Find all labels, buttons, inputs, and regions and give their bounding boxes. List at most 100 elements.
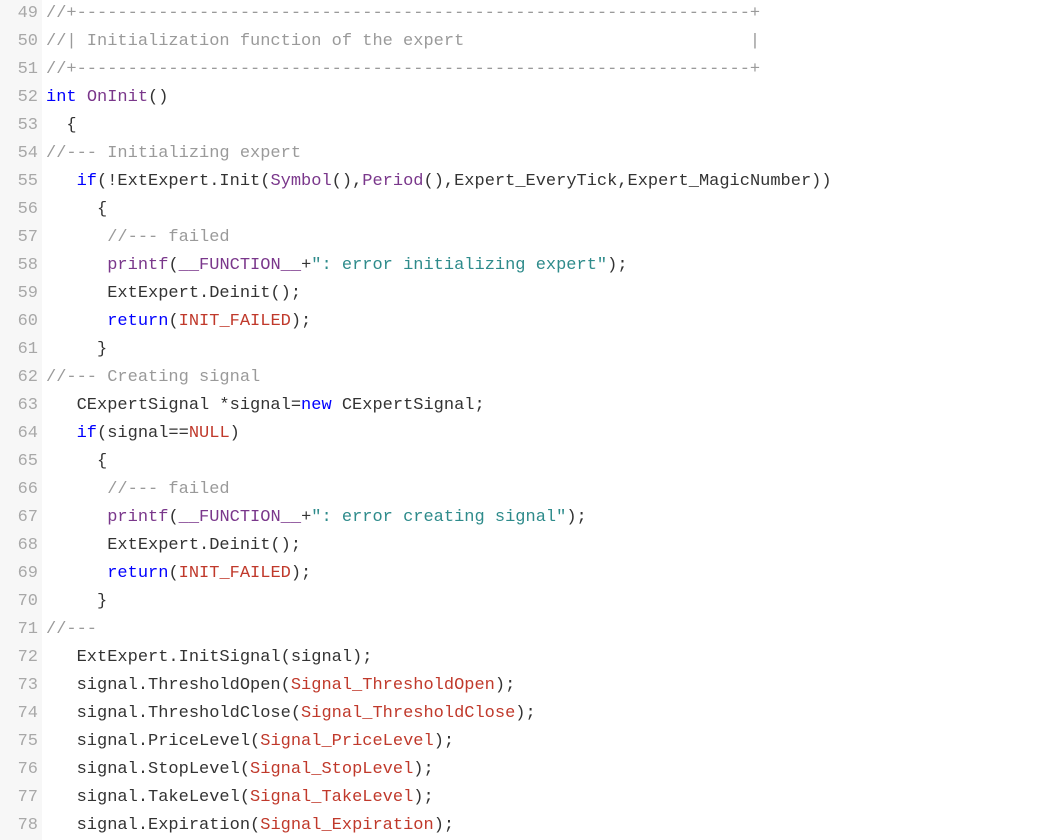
code-content[interactable]: return(INIT_FAILED); [42,308,1053,336]
code-content[interactable]: } [42,336,1053,364]
token-null: NULL [189,424,230,443]
code-content[interactable]: { [42,196,1053,224]
code-line[interactable]: 57 //--- failed [0,224,1053,252]
code-content[interactable]: ExtExpert.Deinit(); [42,280,1053,308]
token-keyword: new [301,396,332,415]
code-content[interactable]: //--- [42,616,1053,644]
line-number: 72 [0,644,42,672]
code-content[interactable]: //+-------------------------------------… [42,0,1053,28]
line-number: 50 [0,28,42,56]
code-content[interactable]: } [42,588,1053,616]
code-content[interactable]: if(signal==NULL) [42,420,1053,448]
token-comment: //+-------------------------------------… [46,4,760,23]
line-number: 57 [0,224,42,252]
token-punct: ( [168,564,178,583]
token-punct: ( [168,256,178,275]
code-content[interactable]: signal.TakeLevel(Signal_TakeLevel); [42,784,1053,812]
line-number: 66 [0,476,42,504]
code-line[interactable]: 66 //--- failed [0,476,1053,504]
code-content[interactable]: int OnInit() [42,84,1053,112]
code-editor[interactable]: 49//+-----------------------------------… [0,0,1053,840]
code-line[interactable]: 63 CExpertSignal *signal=new CExpertSign… [0,392,1053,420]
code-line[interactable]: 65 { [0,448,1053,476]
code-line[interactable]: 77 signal.TakeLevel(Signal_TakeLevel); [0,784,1053,812]
token-const: INIT_FAILED [179,564,291,583]
code-line[interactable]: 58 printf(__FUNCTION__+": error initiali… [0,252,1053,280]
line-number: 60 [0,308,42,336]
token-comment: //--- failed [107,480,229,499]
token-punct: ( [168,508,178,527]
code-line[interactable]: 64 if(signal==NULL) [0,420,1053,448]
token-punct: ); [434,816,454,835]
token-name: signal.Expiration( [46,816,260,835]
code-content[interactable]: //--- Initializing expert [42,140,1053,168]
token-const: INIT_FAILED [179,312,291,331]
token-punct: + [301,256,311,275]
code-line[interactable]: 69 return(INIT_FAILED); [0,560,1053,588]
token-string: ": error creating signal" [311,508,566,527]
token-punct: ); [413,760,433,779]
token-name [46,564,107,583]
code-line[interactable]: 72 ExtExpert.InitSignal(signal); [0,644,1053,672]
token-name [46,480,107,499]
code-line[interactable]: 73 signal.ThresholdOpen(Signal_Threshold… [0,672,1053,700]
token-punct: ); [607,256,627,275]
line-number: 73 [0,672,42,700]
token-name [46,228,107,247]
line-number: 74 [0,700,42,728]
code-line[interactable]: 68 ExtExpert.Deinit(); [0,532,1053,560]
code-content[interactable]: //--- failed [42,476,1053,504]
code-content[interactable]: ExtExpert.InitSignal(signal); [42,644,1053,672]
code-line[interactable]: 53 { [0,112,1053,140]
line-number: 65 [0,448,42,476]
code-content[interactable]: if(!ExtExpert.Init(Symbol(),Period(),Exp… [42,168,1053,196]
line-number: 71 [0,616,42,644]
code-content[interactable]: signal.ThresholdOpen(Signal_ThresholdOpe… [42,672,1053,700]
code-line[interactable]: 59 ExtExpert.Deinit(); [0,280,1053,308]
token-const: Signal_StopLevel [250,760,413,779]
code-content[interactable]: printf(__FUNCTION__+": error creating si… [42,504,1053,532]
token-punct: ); [291,564,311,583]
code-content[interactable]: //--- failed [42,224,1053,252]
code-line[interactable]: 62//--- Creating signal [0,364,1053,392]
code-content[interactable]: CExpertSignal *signal=new CExpertSignal; [42,392,1053,420]
code-line[interactable]: 51//+-----------------------------------… [0,56,1053,84]
code-line[interactable]: 78 signal.Expiration(Signal_Expiration); [0,812,1053,840]
code-content[interactable]: signal.ThresholdClose(Signal_ThresholdCl… [42,700,1053,728]
code-content[interactable]: signal.PriceLevel(Signal_PriceLevel); [42,728,1053,756]
code-content[interactable]: ExtExpert.Deinit(); [42,532,1053,560]
line-number: 78 [0,812,42,840]
code-content[interactable]: signal.StopLevel(Signal_StopLevel); [42,756,1053,784]
code-line[interactable]: 67 printf(__FUNCTION__+": error creating… [0,504,1053,532]
token-keyword: return [107,564,168,583]
line-number: 69 [0,560,42,588]
token-name [46,256,107,275]
token-name: CExpertSignal; [332,396,485,415]
code-line[interactable]: 71//--- [0,616,1053,644]
code-content[interactable]: { [42,112,1053,140]
code-content[interactable]: return(INIT_FAILED); [42,560,1053,588]
code-line[interactable]: 74 signal.ThresholdClose(Signal_Threshol… [0,700,1053,728]
token-name: ExtExpert.Deinit(); [46,284,301,303]
code-content[interactable]: //--- Creating signal [42,364,1053,392]
code-content[interactable]: { [42,448,1053,476]
code-content[interactable]: printf(__FUNCTION__+": error initializin… [42,252,1053,280]
code-line[interactable]: 50//| Initialization function of the exp… [0,28,1053,56]
token-punct: (!ExtExpert.Init( [97,172,270,191]
code-content[interactable]: //| Initialization function of the exper… [42,28,1053,56]
token-punct: (),Expert_EveryTick,Expert_MagicNumber)) [424,172,832,191]
code-line[interactable]: 70 } [0,588,1053,616]
code-line[interactable]: 55 if(!ExtExpert.Init(Symbol(),Period(),… [0,168,1053,196]
code-line[interactable]: 56 { [0,196,1053,224]
code-line[interactable]: 49//+-----------------------------------… [0,0,1053,28]
code-line[interactable]: 54//--- Initializing expert [0,140,1053,168]
code-content[interactable]: //+-------------------------------------… [42,56,1053,84]
line-number: 64 [0,420,42,448]
code-line[interactable]: 52int OnInit() [0,84,1053,112]
token-name: } [46,592,107,611]
code-line[interactable]: 61 } [0,336,1053,364]
code-line[interactable]: 60 return(INIT_FAILED); [0,308,1053,336]
code-line[interactable]: 76 signal.StopLevel(Signal_StopLevel); [0,756,1053,784]
code-content[interactable]: signal.Expiration(Signal_Expiration); [42,812,1053,840]
code-line[interactable]: 75 signal.PriceLevel(Signal_PriceLevel); [0,728,1053,756]
